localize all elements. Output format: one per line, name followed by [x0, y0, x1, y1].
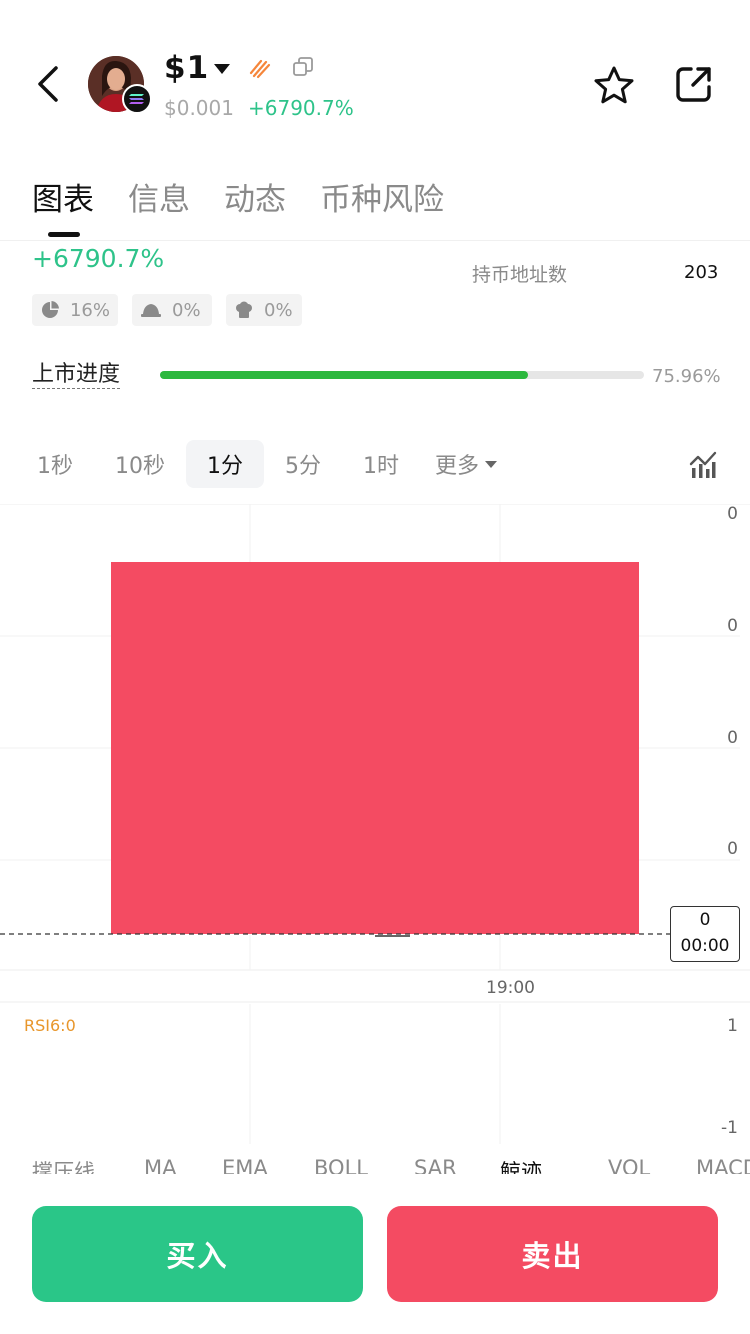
indicator-settings-icon[interactable] — [688, 450, 718, 480]
x-axis-time-label: 19:00 — [486, 978, 535, 998]
tab-token-risk[interactable]: 币种风险 — [320, 174, 444, 219]
rsi-panel — [249, 1004, 501, 1144]
listing-progress-label[interactable]: 上市进度 — [32, 362, 121, 389]
listing-progress-fill — [160, 371, 528, 379]
interval-10s[interactable]: 10秒 — [104, 440, 176, 488]
price-tag-value: 0 — [699, 910, 711, 930]
token-change: +6790.7% — [248, 96, 354, 120]
y-axis-label: 0 — [727, 504, 738, 524]
indicator-tabs: 撑压线 MA EMA BOLL SAR 鲸迹 VOL MACD — [0, 1152, 750, 1174]
interval-1m[interactable]: 1分 — [186, 440, 264, 488]
top10-holding-chip[interactable]: 16% — [32, 294, 118, 326]
y-axis-label: 0 — [727, 616, 738, 636]
interval-5m[interactable]: 5分 — [272, 440, 334, 488]
buy-button[interactable]: 买入 — [32, 1206, 363, 1302]
back-arrow-icon[interactable] — [30, 62, 70, 106]
holders-label: 持币地址数 — [472, 264, 568, 286]
dev-hat-icon — [141, 304, 161, 317]
rsi-axis-low: -1 — [721, 1118, 738, 1138]
indicator-whale[interactable]: 鲸迹 — [500, 1156, 542, 1174]
indicator-ema[interactable]: EMA — [222, 1156, 268, 1174]
token-switch-caret-icon[interactable] — [214, 64, 230, 74]
tab-info[interactable]: 信息 — [128, 174, 190, 219]
indicator-sar[interactable]: SAR — [414, 1156, 457, 1174]
kline-chart[interactable]: 0 0 0 0 — [0, 504, 750, 1004]
token-price: $0.001 — [164, 96, 234, 120]
active-tab-indicator — [48, 232, 80, 237]
indicator-macd[interactable]: MACD — [696, 1156, 750, 1174]
chip-value: 16% — [69, 299, 110, 321]
listing-progress-bar — [160, 371, 644, 379]
interval-more-label: 更多 — [434, 454, 479, 479]
pie-chart-icon — [41, 301, 59, 318]
favorite-star-icon[interactable] — [592, 64, 636, 108]
launchpad-icon — [249, 59, 271, 79]
chip-value: 0% — [264, 299, 293, 321]
sell-button[interactable]: 卖出 — [387, 1206, 718, 1302]
copy-icon[interactable] — [292, 56, 314, 78]
tab-chart[interactable]: 图表 — [32, 174, 94, 219]
kline-canvas — [0, 504, 750, 1003]
current-price-tag: 0 00:00 — [670, 906, 740, 962]
price-tag-time: 00:00 — [680, 936, 730, 956]
y-axis-label: 0 — [727, 728, 738, 748]
candle-body — [111, 562, 639, 934]
indicator-ma[interactable]: MA — [144, 1156, 176, 1174]
chevron-down-icon — [485, 460, 497, 468]
token-title: $1 — [164, 50, 210, 86]
interval-more[interactable]: 更多 — [424, 440, 508, 488]
sniper-holding-chip[interactable]: 0% — [226, 294, 302, 326]
listing-progress-percent: 75.96% — [652, 366, 721, 387]
y-axis-label: 0 — [727, 839, 738, 859]
holders-value: 203 — [684, 262, 719, 283]
interval-1h[interactable]: 1时 — [350, 440, 412, 488]
solana-chain-icon — [122, 84, 152, 114]
indicator-vol[interactable]: VOL — [608, 1156, 650, 1174]
dev-holding-chip[interactable]: 0% — [132, 294, 212, 326]
indicator-boll[interactable]: BOLL — [314, 1156, 368, 1174]
tabs-divider — [0, 240, 750, 241]
interval-1s[interactable]: 1秒 — [24, 440, 86, 488]
rsi-label: RSI6:0 — [24, 1016, 76, 1035]
tab-activity[interactable]: 动态 — [224, 174, 286, 219]
share-icon[interactable] — [674, 64, 714, 104]
chef-hat-icon — [236, 301, 252, 318]
rsi-axis-high: 1 — [727, 1016, 738, 1036]
indicator-support-resistance[interactable]: 撑压线 — [32, 1156, 95, 1174]
price-change: +6790.7% — [32, 244, 165, 273]
chip-value: 0% — [172, 299, 201, 321]
